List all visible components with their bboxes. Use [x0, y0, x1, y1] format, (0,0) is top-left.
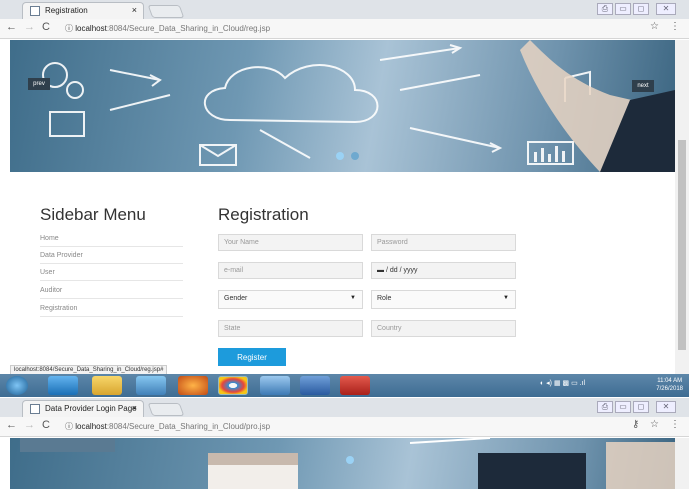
tab-registration[interactable]: Registration ×	[22, 2, 144, 19]
country-input[interactable]: Country	[371, 320, 516, 337]
key-icon[interactable]: ⚷	[632, 419, 639, 430]
tab-title: Data Provider Login Page	[45, 404, 137, 413]
email-input[interactable]: e-mail	[218, 262, 363, 279]
new-tab-button[interactable]	[147, 5, 185, 18]
minimize-button[interactable]: ▭	[615, 3, 631, 15]
sidebar-item-user[interactable]: User	[40, 269, 183, 281]
clock-time: 11:04 AM	[657, 378, 683, 384]
registration-title: Registration	[218, 205, 309, 224]
clock-date: 7/26/2018	[656, 386, 683, 392]
user-icon[interactable]: ⎙	[597, 401, 613, 413]
menu-icon[interactable]: ⋮	[670, 419, 680, 430]
url-path: :8084/Secure_Data_Sharing_in_Cloud/pro.j…	[106, 422, 271, 431]
minimize-button[interactable]: ▭	[615, 401, 631, 413]
browser-toolbar: ← → C ⓘ localhost:8084/Secure_Data_Shari…	[0, 19, 689, 39]
tab-title: Registration	[45, 6, 88, 15]
close-window-button[interactable]: ✕	[656, 3, 676, 15]
internet-explorer-icon[interactable]	[48, 376, 78, 395]
next-button[interactable]: next	[632, 80, 654, 92]
date-input[interactable]: ▬ / dd / yyyy	[371, 262, 516, 279]
sidebar-item-auditor[interactable]: Auditor	[40, 287, 183, 299]
scrollbar-2[interactable]	[675, 438, 689, 489]
maximize-button[interactable]: ◻	[633, 3, 649, 15]
password-input[interactable]: Password	[371, 234, 516, 251]
address-bar[interactable]: ⓘ localhost:8084/Secure_Data_Sharing_in_…	[65, 21, 665, 36]
acrobat-icon[interactable]	[340, 376, 370, 395]
file-explorer-icon[interactable]	[92, 376, 122, 395]
chevron-down-icon: ▼	[503, 295, 509, 301]
info-icon[interactable]: ⓘ	[65, 422, 73, 431]
reload-icon[interactable]: C	[42, 21, 50, 33]
sidebar-item-data-provider[interactable]: Data Provider	[40, 252, 183, 264]
forward-icon[interactable]: →	[24, 419, 35, 431]
url-host: localhost	[75, 24, 107, 33]
reload-icon[interactable]: C	[42, 419, 50, 431]
virtualbox-icon[interactable]	[260, 376, 290, 395]
url-host: localhost	[75, 422, 107, 431]
chevron-down-icon: ▼	[350, 295, 356, 301]
taskbar: ◐ ◂) ▦ ▩ ▭ .ıl 11:04 AM 7/26/2018	[0, 374, 689, 397]
address-bar[interactable]: ⓘ localhost:8084/Secure_Data_Sharing_in_…	[65, 419, 665, 434]
gender-value: Gender	[224, 295, 248, 302]
hero-slider-2	[10, 438, 675, 489]
user-icon[interactable]: ⎙	[597, 3, 613, 15]
register-button[interactable]: Register	[218, 348, 286, 366]
close-window-button[interactable]: ✕	[656, 401, 676, 413]
sidebar-item-home[interactable]: Home	[40, 235, 183, 247]
browser-toolbar-2: ← → C ⓘ localhost:8084/Secure_Data_Shari…	[0, 417, 689, 437]
sidebar-item-registration[interactable]: Registration	[40, 305, 183, 317]
media-player-icon[interactable]	[136, 376, 166, 395]
chrome-icon[interactable]	[218, 376, 248, 395]
tab-close-button[interactable]: ×	[132, 403, 137, 413]
url-path: :8084/Secure_Data_Sharing_in_Cloud/reg.j…	[106, 24, 271, 33]
maximize-button[interactable]: ◻	[633, 401, 649, 413]
start-icon[interactable]	[6, 376, 28, 395]
hero-image-fragments	[20, 438, 675, 489]
browser-titlebar-2: Data Provider Login Page × ⎙ ▭ ◻ ✕	[0, 398, 689, 417]
back-icon[interactable]: ←	[6, 419, 17, 431]
cloud-network-illustration	[42, 40, 675, 172]
new-tab-button[interactable]	[147, 403, 185, 416]
page-icon	[30, 6, 40, 16]
clock: 11:04 AM 7/26/2018	[656, 377, 683, 393]
browser-titlebar: Registration × ⎙ ▭ ◻ ✕	[0, 0, 689, 19]
firefox-icon[interactable]	[178, 376, 208, 395]
role-select[interactable]: Role ▼	[371, 290, 516, 309]
hero-slider: prev next	[10, 40, 675, 172]
gender-select[interactable]: Gender ▼	[218, 290, 363, 309]
bookmark-star-icon[interactable]: ☆	[650, 419, 659, 430]
back-icon[interactable]: ←	[6, 21, 17, 33]
tab-data-provider-login[interactable]: Data Provider Login Page ×	[22, 400, 144, 417]
page-icon	[30, 404, 40, 414]
tab-close-button[interactable]: ×	[132, 5, 137, 15]
menu-icon[interactable]: ⋮	[670, 21, 680, 32]
name-input[interactable]: Your Name	[218, 234, 363, 251]
prev-button[interactable]: prev	[28, 78, 50, 90]
role-value: Role	[377, 295, 392, 302]
info-icon[interactable]: ⓘ	[65, 24, 73, 33]
state-input[interactable]: State	[218, 320, 363, 337]
word-icon[interactable]	[300, 376, 330, 395]
sidebar-title: Sidebar Menu	[40, 205, 146, 224]
system-tray-icons[interactable]: ◐ ◂) ▦ ▩ ▭ .ıl	[540, 379, 585, 387]
scrollbar-thumb[interactable]	[678, 140, 686, 350]
bookmark-star-icon[interactable]: ☆	[650, 21, 659, 32]
forward-icon[interactable]: →	[24, 21, 35, 33]
